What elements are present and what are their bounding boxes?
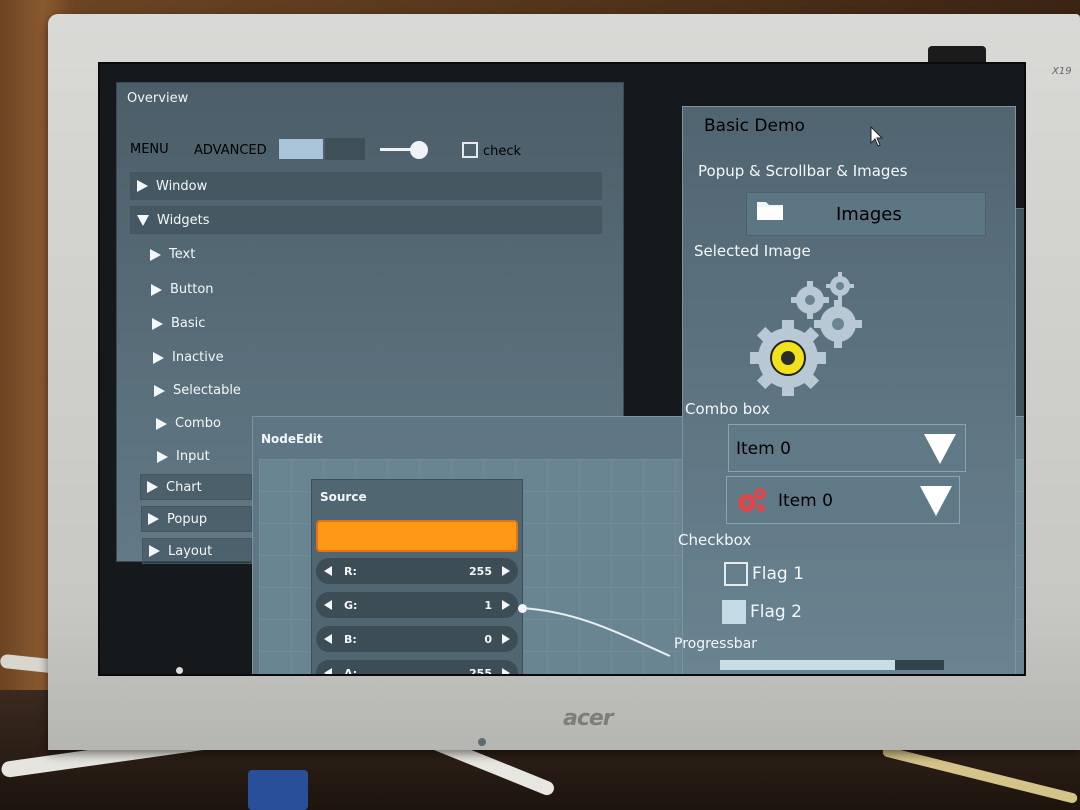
progressbar-label: Progressbar [674, 636, 757, 652]
flag-1-checkbox[interactable] [724, 562, 748, 586]
combo-box-label: Combo box [685, 400, 770, 418]
node-output-pin[interactable] [518, 604, 527, 613]
monitor-model: X19 [1052, 66, 1072, 77]
combo-box-1-value: Item 0 [736, 439, 791, 459]
monitor-brand-logo: acer [563, 706, 614, 731]
images-button-label: Images [836, 204, 902, 225]
status-dot [176, 667, 183, 674]
progressbar-fill [720, 660, 895, 670]
basic-demo-title[interactable]: Basic Demo [704, 116, 805, 136]
combo-box-2-value: Item 0 [778, 491, 833, 511]
selected-image-label: Selected Image [694, 242, 811, 260]
flag-1-label: Flag 1 [752, 564, 804, 584]
dropdown-arrow-icon[interactable] [920, 486, 952, 516]
gears-icon [750, 272, 862, 396]
gears-icon [738, 488, 766, 512]
screen: Overview MENU ADVANCED check Window Widg… [98, 62, 1026, 676]
mouse-cursor-icon [870, 126, 884, 147]
dropdown-arrow-icon[interactable] [924, 434, 956, 464]
flag-2-checkbox[interactable] [722, 600, 746, 624]
popup-section-label: Popup & Scrollbar & Images [698, 162, 908, 180]
folder-icon [757, 202, 783, 220]
vga-plug [248, 770, 308, 810]
checkbox-section-label: Checkbox [678, 531, 752, 549]
flag-2-label: Flag 2 [750, 602, 802, 622]
power-led[interactable] [478, 738, 486, 746]
